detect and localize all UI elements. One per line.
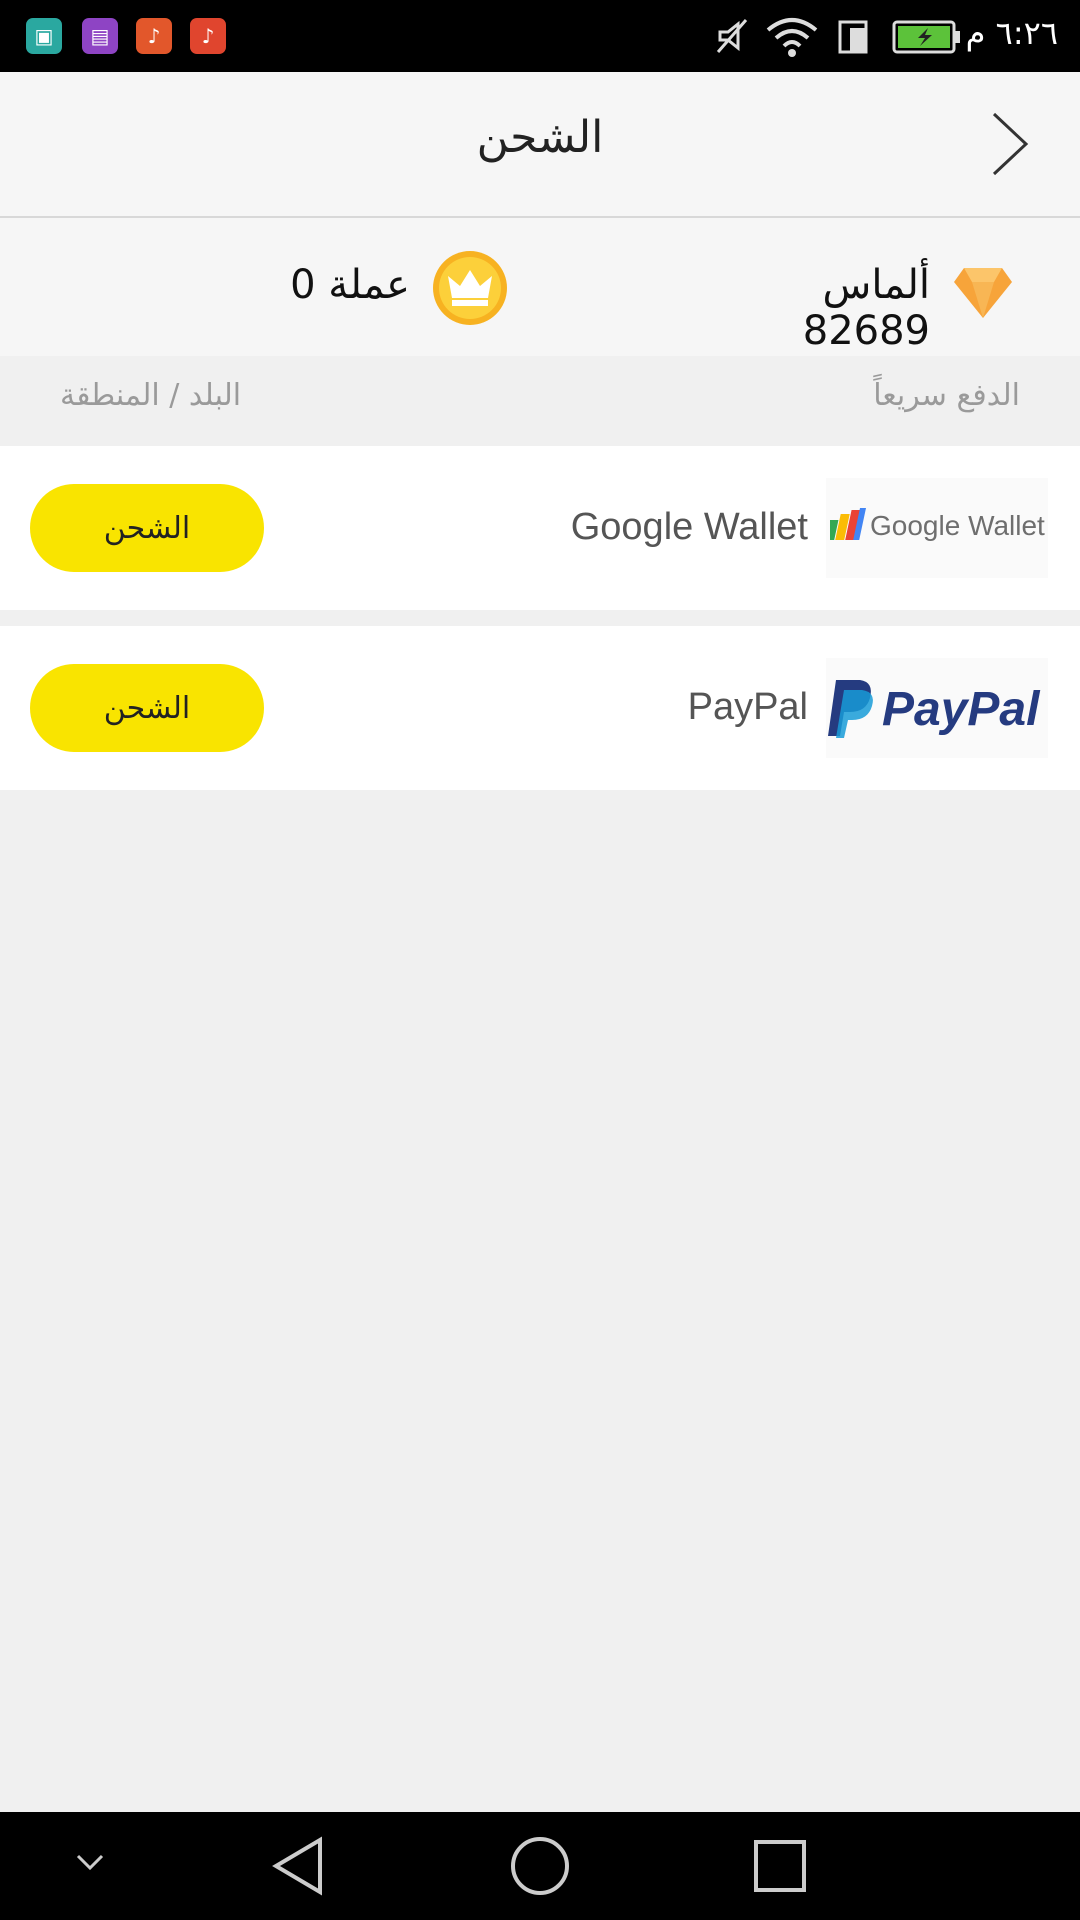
coin-balance: عملة 0 [290, 262, 410, 308]
android-app-icon: ▣ [26, 18, 62, 54]
paypal-p-icon [828, 680, 873, 738]
charge-button-google-wallet[interactable]: الشحن [30, 484, 264, 572]
diamond-balance: ألماس 82689 [802, 262, 930, 354]
paypal-logo-text: PayPal [882, 683, 1040, 736]
payment-row-paypal: PayPal PayPal الشحن [0, 626, 1080, 790]
google-wallet-logo-text: Google Wallet [870, 510, 1045, 541]
battery-icon [892, 20, 960, 54]
crown-coin-icon [433, 251, 507, 325]
home-circle-icon[interactable] [508, 1834, 572, 1898]
diamond-icon [954, 268, 1012, 318]
clock: ٦:٢٦ م [965, 14, 1058, 52]
paypal-logo: PayPal [826, 658, 1048, 758]
payment-method-name: PayPal [687, 686, 808, 728]
google-wallet-icon [830, 508, 866, 540]
recents-square-icon[interactable] [752, 1838, 808, 1894]
fast-pay-label: الدفع سريعاً [873, 378, 1020, 413]
navigation-bar [0, 1812, 1080, 1920]
region-selector[interactable]: البلد / المنطقة [60, 378, 241, 413]
google-wallet-logo: Google Wallet [826, 478, 1048, 578]
chevron-down-icon[interactable] [74, 1850, 106, 1874]
app-header: الشحن [0, 72, 1080, 218]
payment-method-name: Google Wallet [570, 506, 808, 548]
music-app-icon: ♪ [190, 18, 226, 54]
payment-subheader: الدفع سريعاً البلد / المنطقة [0, 356, 1080, 444]
back-chevron-icon[interactable] [974, 108, 1044, 178]
status-bar: ▣ ▤ ♪ ♪ ٦:٢٦ م [0, 0, 1080, 72]
page-title: الشحن [476, 112, 604, 163]
charge-button-paypal[interactable]: الشحن [30, 664, 264, 752]
payment-row-google-wallet: Google Wallet Google Wallet الشحن [0, 446, 1080, 610]
sim-icon [838, 20, 868, 54]
gallery-app-icon: ▤ [82, 18, 118, 54]
music-app-icon: ♪ [136, 18, 172, 54]
mute-icon [716, 19, 748, 53]
wifi-icon [766, 18, 818, 57]
back-triangle-icon[interactable] [270, 1836, 330, 1896]
